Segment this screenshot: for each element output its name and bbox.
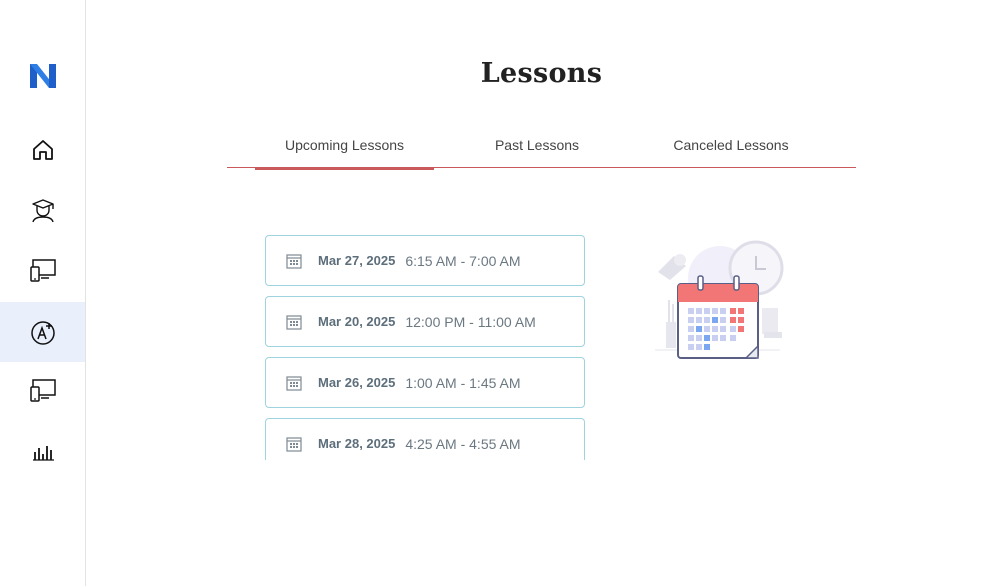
devices-icon [29,379,56,402]
tab-canceled-lessons[interactable]: Canceled Lessons [641,128,821,168]
add-language-icon [30,321,55,345]
sidebar-item-devices[interactable] [0,240,85,300]
calendar-icon [286,375,302,391]
lesson-time: 4:25 AM - 4:55 AM [405,435,521,452]
lesson-tabs: Upcoming Lessons Past Lessons Canceled L… [227,128,856,170]
sidebar-item-reports[interactable] [0,420,85,480]
lesson-list: Mar 27, 2025 6:15 AM - 7:00 AM Mar 20, 2… [265,235,585,460]
sidebar-item-home[interactable] [0,120,85,180]
bar-chart-icon [32,446,54,461]
calendar-icon [286,253,302,269]
sidebar [0,0,86,586]
tab-upcoming-lessons[interactable]: Upcoming Lessons [255,128,434,170]
home-icon [32,140,53,160]
lesson-date: Mar 20, 2025 [318,314,396,329]
lesson-card[interactable]: Mar 26, 2025 1:00 AM - 1:45 AM [265,357,585,408]
lesson-time: 1:00 AM - 1:45 AM [405,374,521,391]
tab-past-lessons[interactable]: Past Lessons [450,128,624,168]
sidebar-item-languages[interactable] [0,302,85,362]
lesson-date: Mar 26, 2025 [318,375,396,390]
sidebar-item-devices-2[interactable] [0,360,85,420]
calendar-icon [286,314,302,330]
app-logo[interactable] [28,62,58,90]
calendar-illustration [655,240,784,359]
sidebar-item-students[interactable] [0,180,85,240]
calendar-icon [286,436,302,452]
devices-icon [29,259,56,282]
lesson-date: Mar 27, 2025 [318,253,396,268]
lesson-time: 12:00 PM - 11:00 AM [405,313,536,330]
page-title: Lessons [480,58,603,89]
lesson-date: Mar 28, 2025 [318,436,396,451]
n-logo-icon [30,64,56,88]
lesson-time: 6:15 AM - 7:00 AM [405,252,521,269]
lesson-card[interactable]: Mar 20, 2025 12:00 PM - 11:00 AM [265,296,585,347]
student-icon [31,199,54,223]
lesson-card[interactable]: Mar 28, 2025 4:25 AM - 4:55 AM [265,418,585,460]
lesson-card[interactable]: Mar 27, 2025 6:15 AM - 7:00 AM [265,235,585,286]
